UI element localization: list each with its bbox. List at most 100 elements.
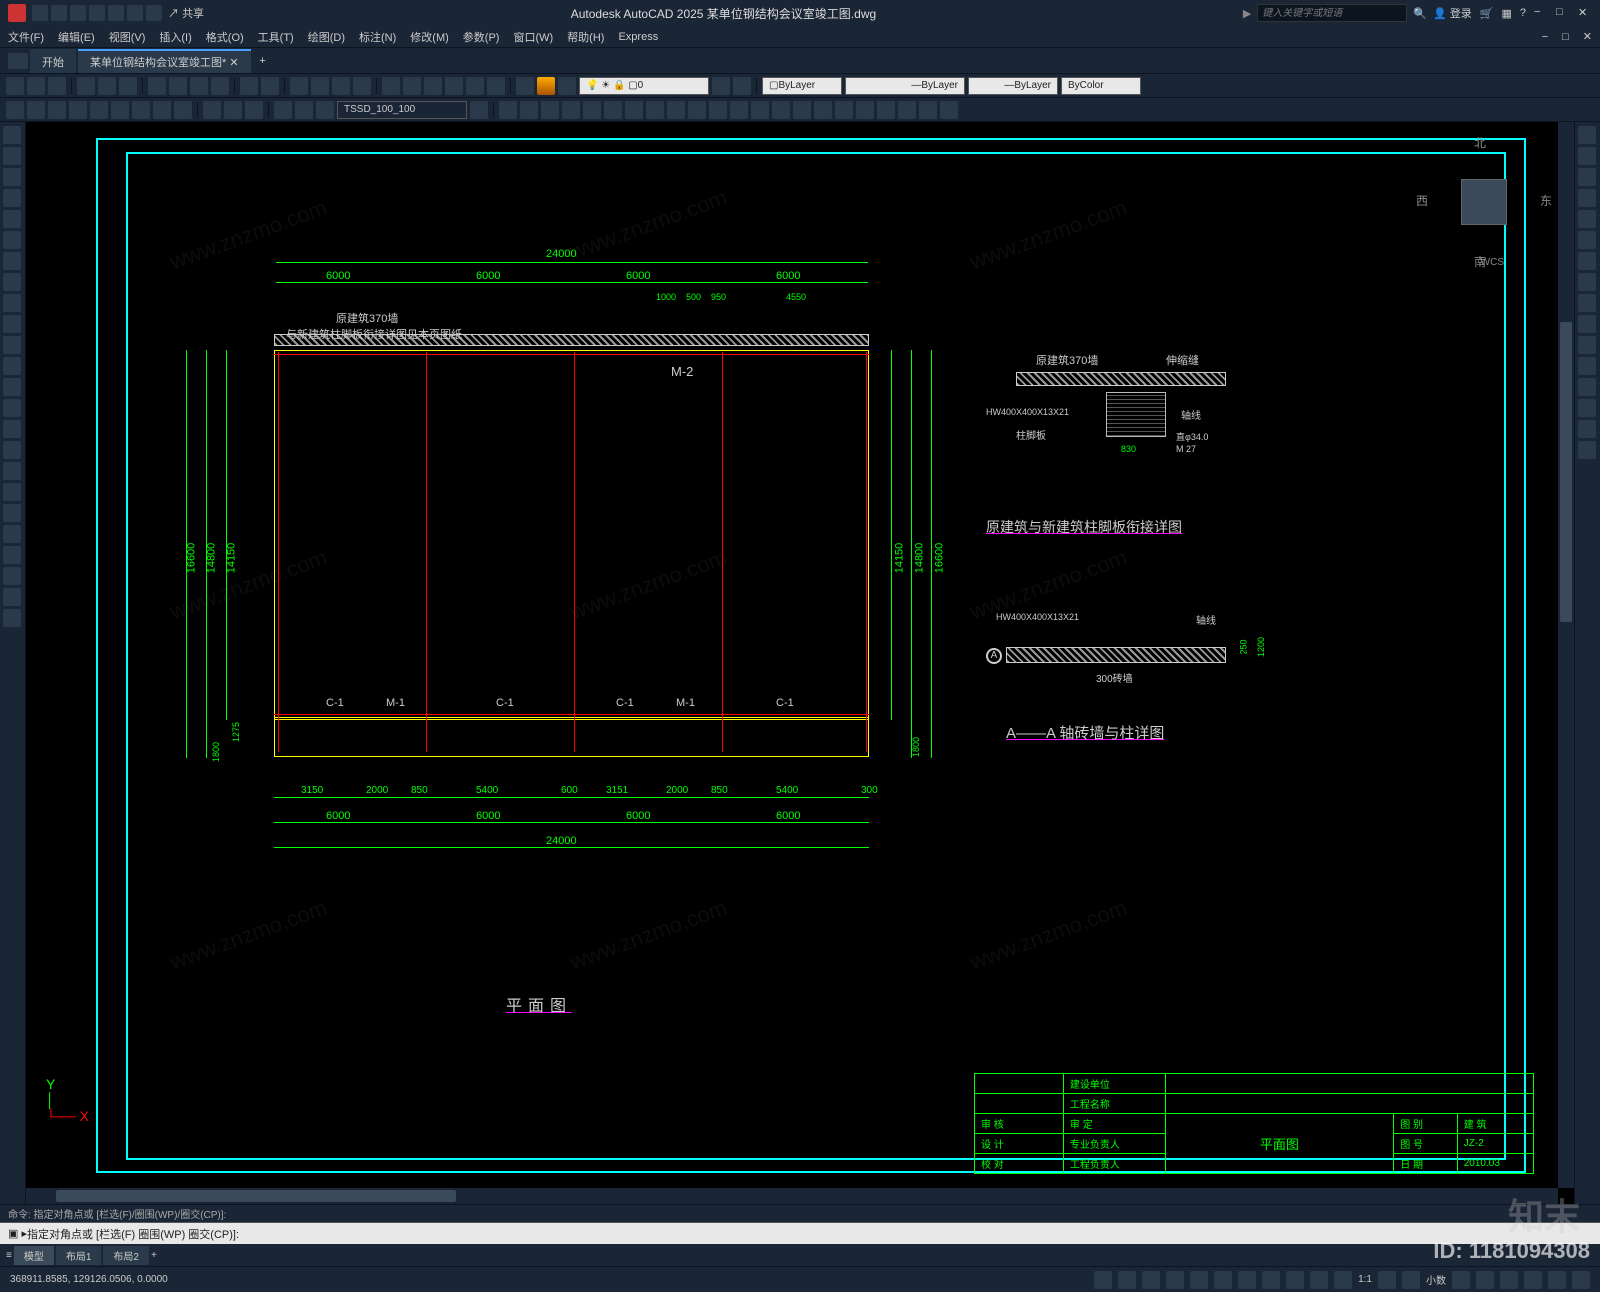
tab-model[interactable]: 模型 (14, 1246, 54, 1265)
tb-q-icon[interactable] (835, 101, 853, 119)
menu-parametric[interactable]: 参数(P) (463, 29, 500, 45)
layerstate-icon[interactable] (537, 77, 555, 95)
viewcube-north[interactable]: 北 (1474, 134, 1486, 151)
dimedit-icon[interactable] (274, 101, 292, 119)
sheetset-icon[interactable] (445, 77, 463, 95)
revcloud-icon[interactable] (3, 525, 21, 543)
tolerance-icon[interactable] (224, 101, 242, 119)
lwt-toggle[interactable] (1262, 1271, 1280, 1289)
hardware-toggle[interactable] (1524, 1271, 1542, 1289)
dimstyle-combo[interactable]: TSSD_100_100 (337, 101, 467, 119)
app-logo[interactable] (8, 4, 26, 22)
point-icon[interactable] (3, 357, 21, 375)
menu-express[interactable]: Express (618, 31, 658, 43)
tb-a-icon[interactable] (499, 101, 517, 119)
viewcube-east[interactable]: 东 (1540, 192, 1552, 209)
color-combo[interactable]: ▢ ByLayer (762, 77, 842, 95)
dimalign-icon[interactable] (27, 101, 45, 119)
dimstyle-icon[interactable] (470, 101, 488, 119)
new-icon[interactable] (6, 77, 24, 95)
save-icon[interactable] (48, 77, 66, 95)
tb-u-icon[interactable] (919, 101, 937, 119)
layeroff-icon[interactable] (558, 77, 576, 95)
drawing-canvas[interactable]: www.znzmo.com www.znzmo.com www.znzmo.co… (26, 122, 1574, 1204)
gradient-icon[interactable] (3, 567, 21, 585)
viewcube-west[interactable]: 西 (1416, 192, 1428, 209)
preview-icon[interactable] (98, 77, 116, 95)
tb-l-icon[interactable] (730, 101, 748, 119)
workspace-button[interactable] (1378, 1271, 1396, 1289)
view-cube[interactable]: 北 南 东 西 (1434, 152, 1534, 252)
ortho-toggle[interactable] (1166, 1271, 1184, 1289)
doc-close-icon[interactable]: ✕ (1583, 30, 1592, 43)
measure-icon[interactable] (3, 609, 21, 627)
explode-icon[interactable] (1578, 441, 1596, 459)
qat-saveas-icon[interactable] (89, 5, 105, 21)
tab-add-layout[interactable]: + (151, 1250, 157, 1261)
stretch-icon[interactable] (1578, 294, 1596, 312)
plotstyle-combo[interactable]: ByColor (1061, 77, 1141, 95)
layer-icon[interactable] (516, 77, 534, 95)
tb-c-icon[interactable] (541, 101, 559, 119)
menu-view[interactable]: 视图(V) (109, 29, 146, 45)
scrollbar-horizontal[interactable] (26, 1188, 1558, 1204)
menu-insert[interactable]: 插入(I) (159, 29, 191, 45)
pan-icon[interactable] (290, 77, 308, 95)
grid-toggle[interactable] (1118, 1271, 1136, 1289)
cut-icon[interactable] (148, 77, 166, 95)
polygon-icon[interactable] (3, 168, 21, 186)
minimize-icon[interactable]: − (1534, 6, 1548, 20)
ellipse-icon[interactable] (3, 273, 21, 291)
tab-start[interactable]: 开始 (30, 49, 76, 73)
array-icon[interactable] (1578, 210, 1596, 228)
rotate-icon[interactable] (1578, 252, 1596, 270)
cycling-toggle[interactable] (1310, 1271, 1328, 1289)
qat-undo-icon[interactable] (127, 5, 143, 21)
viewcube-face[interactable] (1461, 179, 1507, 225)
osnap-toggle[interactable] (1214, 1271, 1232, 1289)
move-icon[interactable] (1578, 231, 1596, 249)
tb-s-icon[interactable] (877, 101, 895, 119)
dimord-icon[interactable] (69, 101, 87, 119)
dimupdate-icon[interactable] (316, 101, 334, 119)
table-icon[interactable] (3, 336, 21, 354)
maximize-icon[interactable]: □ (1556, 6, 1570, 20)
dimcont-icon[interactable] (174, 101, 192, 119)
paste-icon[interactable] (190, 77, 208, 95)
tb-m-icon[interactable] (751, 101, 769, 119)
menu-tools[interactable]: 工具(T) (258, 29, 294, 45)
menu-help[interactable]: 帮助(H) (567, 29, 604, 45)
copy2-icon[interactable] (1578, 147, 1596, 165)
menu-format[interactable]: 格式(O) (206, 29, 244, 45)
mtext-icon[interactable] (3, 399, 21, 417)
tb-v-icon[interactable] (940, 101, 958, 119)
help-icon[interactable]: ? (1520, 7, 1526, 19)
break-icon[interactable] (1578, 357, 1596, 375)
copy-icon[interactable] (169, 77, 187, 95)
qat-save-icon[interactable] (70, 5, 86, 21)
insert-icon[interactable] (3, 441, 21, 459)
lineweight-combo[interactable]: — ByLayer (968, 77, 1058, 95)
toolpalette-icon[interactable] (424, 77, 442, 95)
block-icon[interactable] (3, 420, 21, 438)
scale-icon[interactable] (1578, 273, 1596, 291)
otrack-toggle[interactable] (1238, 1271, 1256, 1289)
help-search-input[interactable] (1257, 4, 1407, 22)
share-button[interactable]: ↗ 共享 (168, 5, 204, 21)
menu-edit[interactable]: 编辑(E) (58, 29, 95, 45)
chamfer-icon[interactable] (1578, 399, 1596, 417)
properties-icon[interactable] (382, 77, 400, 95)
tb-r-icon[interactable] (856, 101, 874, 119)
rectangle-icon[interactable] (3, 189, 21, 207)
tab-new-button[interactable]: + (253, 55, 273, 67)
transparency-toggle[interactable] (1286, 1271, 1304, 1289)
text-icon[interactable] (3, 378, 21, 396)
tb-t-icon[interactable] (898, 101, 916, 119)
dimtedit-icon[interactable] (295, 101, 313, 119)
scrollbar-vertical[interactable] (1558, 122, 1574, 1188)
construction-icon[interactable] (3, 462, 21, 480)
tab-layout1[interactable]: 布局1 (56, 1246, 102, 1265)
quickprops-toggle[interactable] (1452, 1271, 1470, 1289)
tb-k-icon[interactable] (709, 101, 727, 119)
print-icon[interactable] (77, 77, 95, 95)
